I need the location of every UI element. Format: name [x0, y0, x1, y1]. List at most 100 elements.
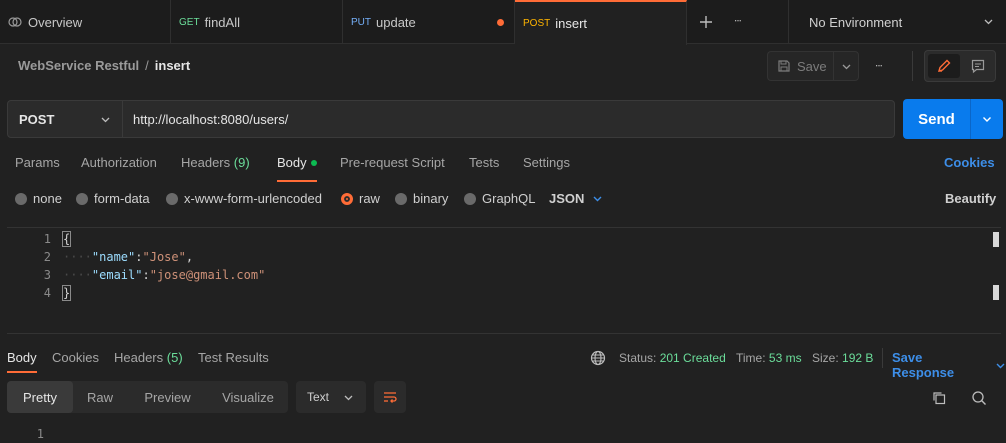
- radio-label: GraphQL: [482, 191, 536, 206]
- breadcrumb: WebService Restful / insert: [18, 58, 190, 73]
- json-colon: :: [135, 250, 143, 264]
- radio-circle: [464, 192, 476, 205]
- save-button[interactable]: Save: [767, 51, 833, 81]
- chevron-down-icon: [100, 114, 111, 125]
- json-comma: ,: [185, 250, 194, 264]
- url-input[interactable]: http://localhost:8080/users/: [123, 100, 895, 138]
- code-line: ····"email":"jose@gmail.com": [63, 268, 265, 282]
- tab-settings[interactable]: Settings: [523, 155, 570, 170]
- save-options-button[interactable]: [833, 51, 859, 81]
- radio-circle: [395, 192, 407, 205]
- request-body-editor[interactable]: 1 2 3 4 { ····"name":"Jose", ····"email"…: [7, 227, 1001, 334]
- response-line-number: 1: [36, 427, 44, 441]
- chevron-down-icon: [983, 16, 994, 27]
- format-label: JSON: [549, 191, 585, 206]
- scrollbar-thumb[interactable]: [993, 232, 999, 247]
- radio-urlencoded[interactable]: x-www-form-urlencoded: [166, 191, 322, 206]
- json-value: "jose@gmail.com": [149, 268, 266, 282]
- response-headers-count: (5): [166, 350, 183, 365]
- line-number: 2: [43, 250, 51, 264]
- line-number: 3: [43, 268, 51, 282]
- chevron-down-icon: [343, 392, 354, 403]
- view-raw[interactable]: Raw: [73, 381, 127, 413]
- unsaved-dot: [497, 19, 504, 26]
- response-tab-body[interactable]: Body: [7, 350, 37, 365]
- tab-label: insert: [555, 16, 588, 31]
- tab-body-label: Body: [277, 155, 307, 170]
- radio-circle-selected: [341, 192, 353, 205]
- breadcrumb-request[interactable]: insert: [155, 58, 190, 73]
- radio-circle: [15, 192, 27, 205]
- code-line: }: [61, 285, 72, 301]
- time-label: Time:: [736, 351, 766, 365]
- response-tab-cookies[interactable]: Cookies: [52, 350, 99, 365]
- tab-overview[interactable]: Overview: [0, 0, 171, 44]
- pencil-icon: [936, 58, 952, 74]
- response-format-label: Text: [307, 390, 330, 404]
- open-brace: {: [61, 231, 72, 247]
- line-number: 1: [43, 232, 51, 246]
- response-format-select[interactable]: Text: [296, 381, 366, 413]
- tab-authorization[interactable]: Authorization: [81, 155, 157, 170]
- radio-raw[interactable]: raw: [341, 191, 380, 206]
- tab-headers-label: Headers: [181, 155, 231, 170]
- view-pretty[interactable]: Pretty: [7, 381, 73, 413]
- line-number: 4: [43, 286, 51, 300]
- wrap-lines-button[interactable]: [374, 381, 406, 413]
- tab-headers[interactable]: Headers (9): [181, 155, 250, 170]
- environment-select[interactable]: No Environment: [789, 0, 1006, 44]
- tab-method: PUT: [351, 16, 371, 28]
- divider: [912, 51, 913, 81]
- tab-label: update: [376, 14, 416, 30]
- method-select[interactable]: POST: [7, 100, 123, 138]
- radio-binary[interactable]: binary: [395, 191, 448, 206]
- tab-params[interactable]: Params: [15, 155, 60, 170]
- response-status: Status: 201 Created: [619, 351, 726, 365]
- response-time: Time: 53 ms: [736, 351, 802, 365]
- size-value: 192 B: [842, 351, 874, 365]
- tab-prerequest-script[interactable]: Pre-request Script: [340, 155, 445, 170]
- chevron-down-icon: [592, 193, 603, 204]
- tab-body[interactable]: Body: [277, 155, 317, 170]
- radio-form-data[interactable]: form-data: [76, 191, 150, 206]
- json-key: "email": [91, 268, 143, 282]
- json-key: "name": [91, 250, 136, 264]
- tab-findall[interactable]: GET findAll: [171, 0, 343, 44]
- view-visualize[interactable]: Visualize: [208, 381, 288, 413]
- divider: [882, 348, 883, 368]
- tab-update[interactable]: PUT update: [343, 0, 515, 44]
- tab-tests[interactable]: Tests: [469, 155, 499, 170]
- send-options-button[interactable]: [971, 99, 1003, 139]
- copy-icon[interactable]: [927, 386, 951, 410]
- edit-mode-button[interactable]: [928, 54, 960, 78]
- radio-label: raw: [359, 191, 380, 206]
- save-icon: [777, 59, 791, 73]
- search-icon[interactable]: [967, 386, 991, 410]
- radio-circle: [166, 192, 178, 205]
- view-preview[interactable]: Preview: [127, 381, 208, 413]
- radio-graphql[interactable]: GraphQL: [464, 191, 535, 206]
- active-tab-underline: [7, 371, 37, 373]
- documentation-button[interactable]: [963, 54, 993, 78]
- response-tab-headers[interactable]: Headers (5): [114, 350, 183, 365]
- headers-count: (9): [233, 155, 250, 170]
- code-line: ····"name":"Jose",: [63, 250, 193, 264]
- comment-icon: [970, 58, 986, 74]
- tab-label: findAll: [204, 14, 240, 30]
- globe-icon[interactable]: [590, 350, 606, 366]
- overview-icon: [8, 15, 22, 29]
- body-format-select[interactable]: JSON: [549, 191, 603, 206]
- request-more-icon[interactable]: ∙∙∙: [875, 58, 883, 72]
- new-tab-plus-icon[interactable]: [696, 12, 716, 32]
- beautify-link[interactable]: Beautify: [945, 191, 996, 206]
- cookies-link[interactable]: Cookies: [944, 155, 995, 170]
- radio-none[interactable]: none: [15, 191, 62, 206]
- breadcrumb-separator: /: [145, 58, 149, 73]
- send-button[interactable]: Send: [903, 99, 970, 139]
- tabs-more-icon[interactable]: ∙∙∙: [734, 13, 742, 27]
- response-tab-test-results[interactable]: Test Results: [198, 350, 269, 365]
- save-response-button[interactable]: Save Response: [892, 350, 1006, 380]
- tab-insert[interactable]: POST insert: [515, 0, 687, 45]
- body-indicator-dot: [310, 159, 317, 166]
- breadcrumb-collection[interactable]: WebService Restful: [18, 58, 139, 73]
